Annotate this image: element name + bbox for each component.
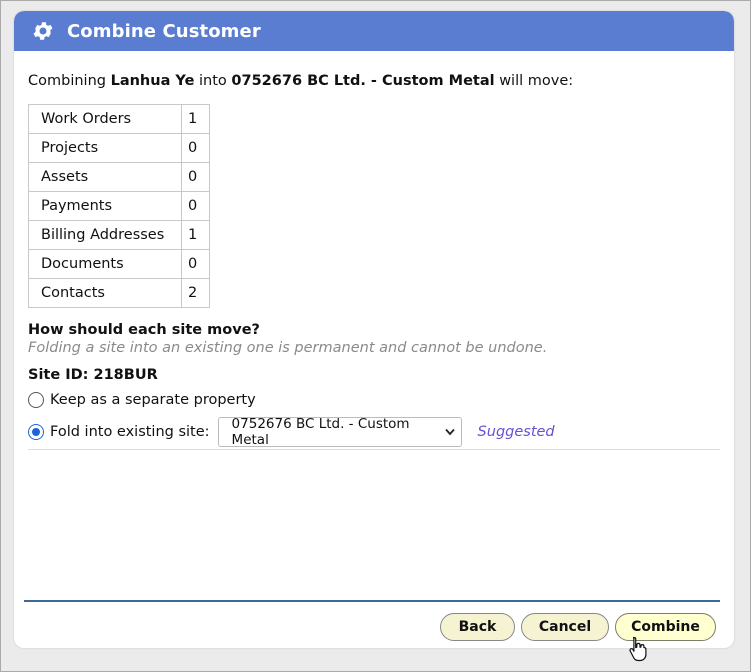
fold-into-radio[interactable] <box>28 424 44 440</box>
cancel-button[interactable]: Cancel <box>521 613 609 641</box>
table-row: Payments 0 <box>28 191 211 221</box>
divider <box>28 449 720 450</box>
table-row: Contacts 2 <box>28 278 211 308</box>
fold-into-option[interactable]: Fold into existing site: 0752676 BC Ltd.… <box>28 416 720 448</box>
intro-prefix: Combining <box>28 73 106 89</box>
dialog-content: Combining Lanhua Ye into 0752676 BC Ltd.… <box>28 71 720 448</box>
move-label: Projects <box>28 133 182 163</box>
chevron-down-icon <box>444 424 455 440</box>
dialog-title: Combine Customer <box>67 20 261 42</box>
intro-text: Combining Lanhua Ye into 0752676 BC Ltd.… <box>28 71 720 91</box>
table-row: Work Orders 1 <box>28 104 211 134</box>
site-question: How should each site move? <box>28 322 260 338</box>
table-row: Billing Addresses 1 <box>28 220 211 250</box>
existing-site-select[interactable]: 0752676 BC Ltd. - Custom Metal <box>217 416 462 448</box>
site-warning: Folding a site into an existing one is p… <box>28 340 548 356</box>
source-customer: Lanhua Ye <box>110 73 195 89</box>
moves-table: Work Orders 1 Projects 0 Assets 0 Paymen… <box>28 104 211 308</box>
existing-site-value: 0752676 BC Ltd. - Custom Metal <box>231 416 410 448</box>
move-label: Payments <box>28 191 182 221</box>
intro-suffix: will move: <box>499 73 574 89</box>
footer-divider <box>24 600 720 602</box>
back-button[interactable]: Back <box>440 613 515 641</box>
keep-separate-radio[interactable] <box>28 392 44 408</box>
radio-selected-dot <box>32 428 40 436</box>
move-label: Documents <box>28 249 182 279</box>
move-label: Assets <box>28 162 182 192</box>
move-count: 2 <box>180 278 211 308</box>
table-row: Documents 0 <box>28 249 211 279</box>
move-count: 0 <box>180 133 211 163</box>
move-count: 1 <box>180 220 211 250</box>
keep-separate-label[interactable]: Keep as a separate property <box>50 392 256 408</box>
move-count: 0 <box>180 162 211 192</box>
combine-customer-dialog: Combine Customer Combining Lanhua Ye int… <box>14 11 734 648</box>
suggested-label: Suggested <box>477 424 555 440</box>
move-label: Billing Addresses <box>28 220 182 250</box>
table-row: Assets 0 <box>28 162 211 192</box>
move-count: 0 <box>180 249 211 279</box>
move-label: Work Orders <box>28 104 182 134</box>
move-count: 0 <box>180 191 211 221</box>
hand-cursor-icon <box>629 636 647 666</box>
target-customer: 0752676 BC Ltd. - Custom Metal <box>231 73 495 89</box>
move-count: 1 <box>180 104 211 134</box>
intro-middle: into <box>199 73 227 89</box>
move-label: Contacts <box>28 278 182 308</box>
table-row: Projects 0 <box>28 133 211 163</box>
site-id-label: Site ID: 218BUR <box>28 367 158 383</box>
fold-into-label[interactable]: Fold into existing site: <box>50 424 210 440</box>
gear-icon <box>31 18 57 44</box>
dialog-titlebar: Combine Customer <box>14 11 734 51</box>
keep-separate-option[interactable]: Keep as a separate property <box>28 389 720 411</box>
